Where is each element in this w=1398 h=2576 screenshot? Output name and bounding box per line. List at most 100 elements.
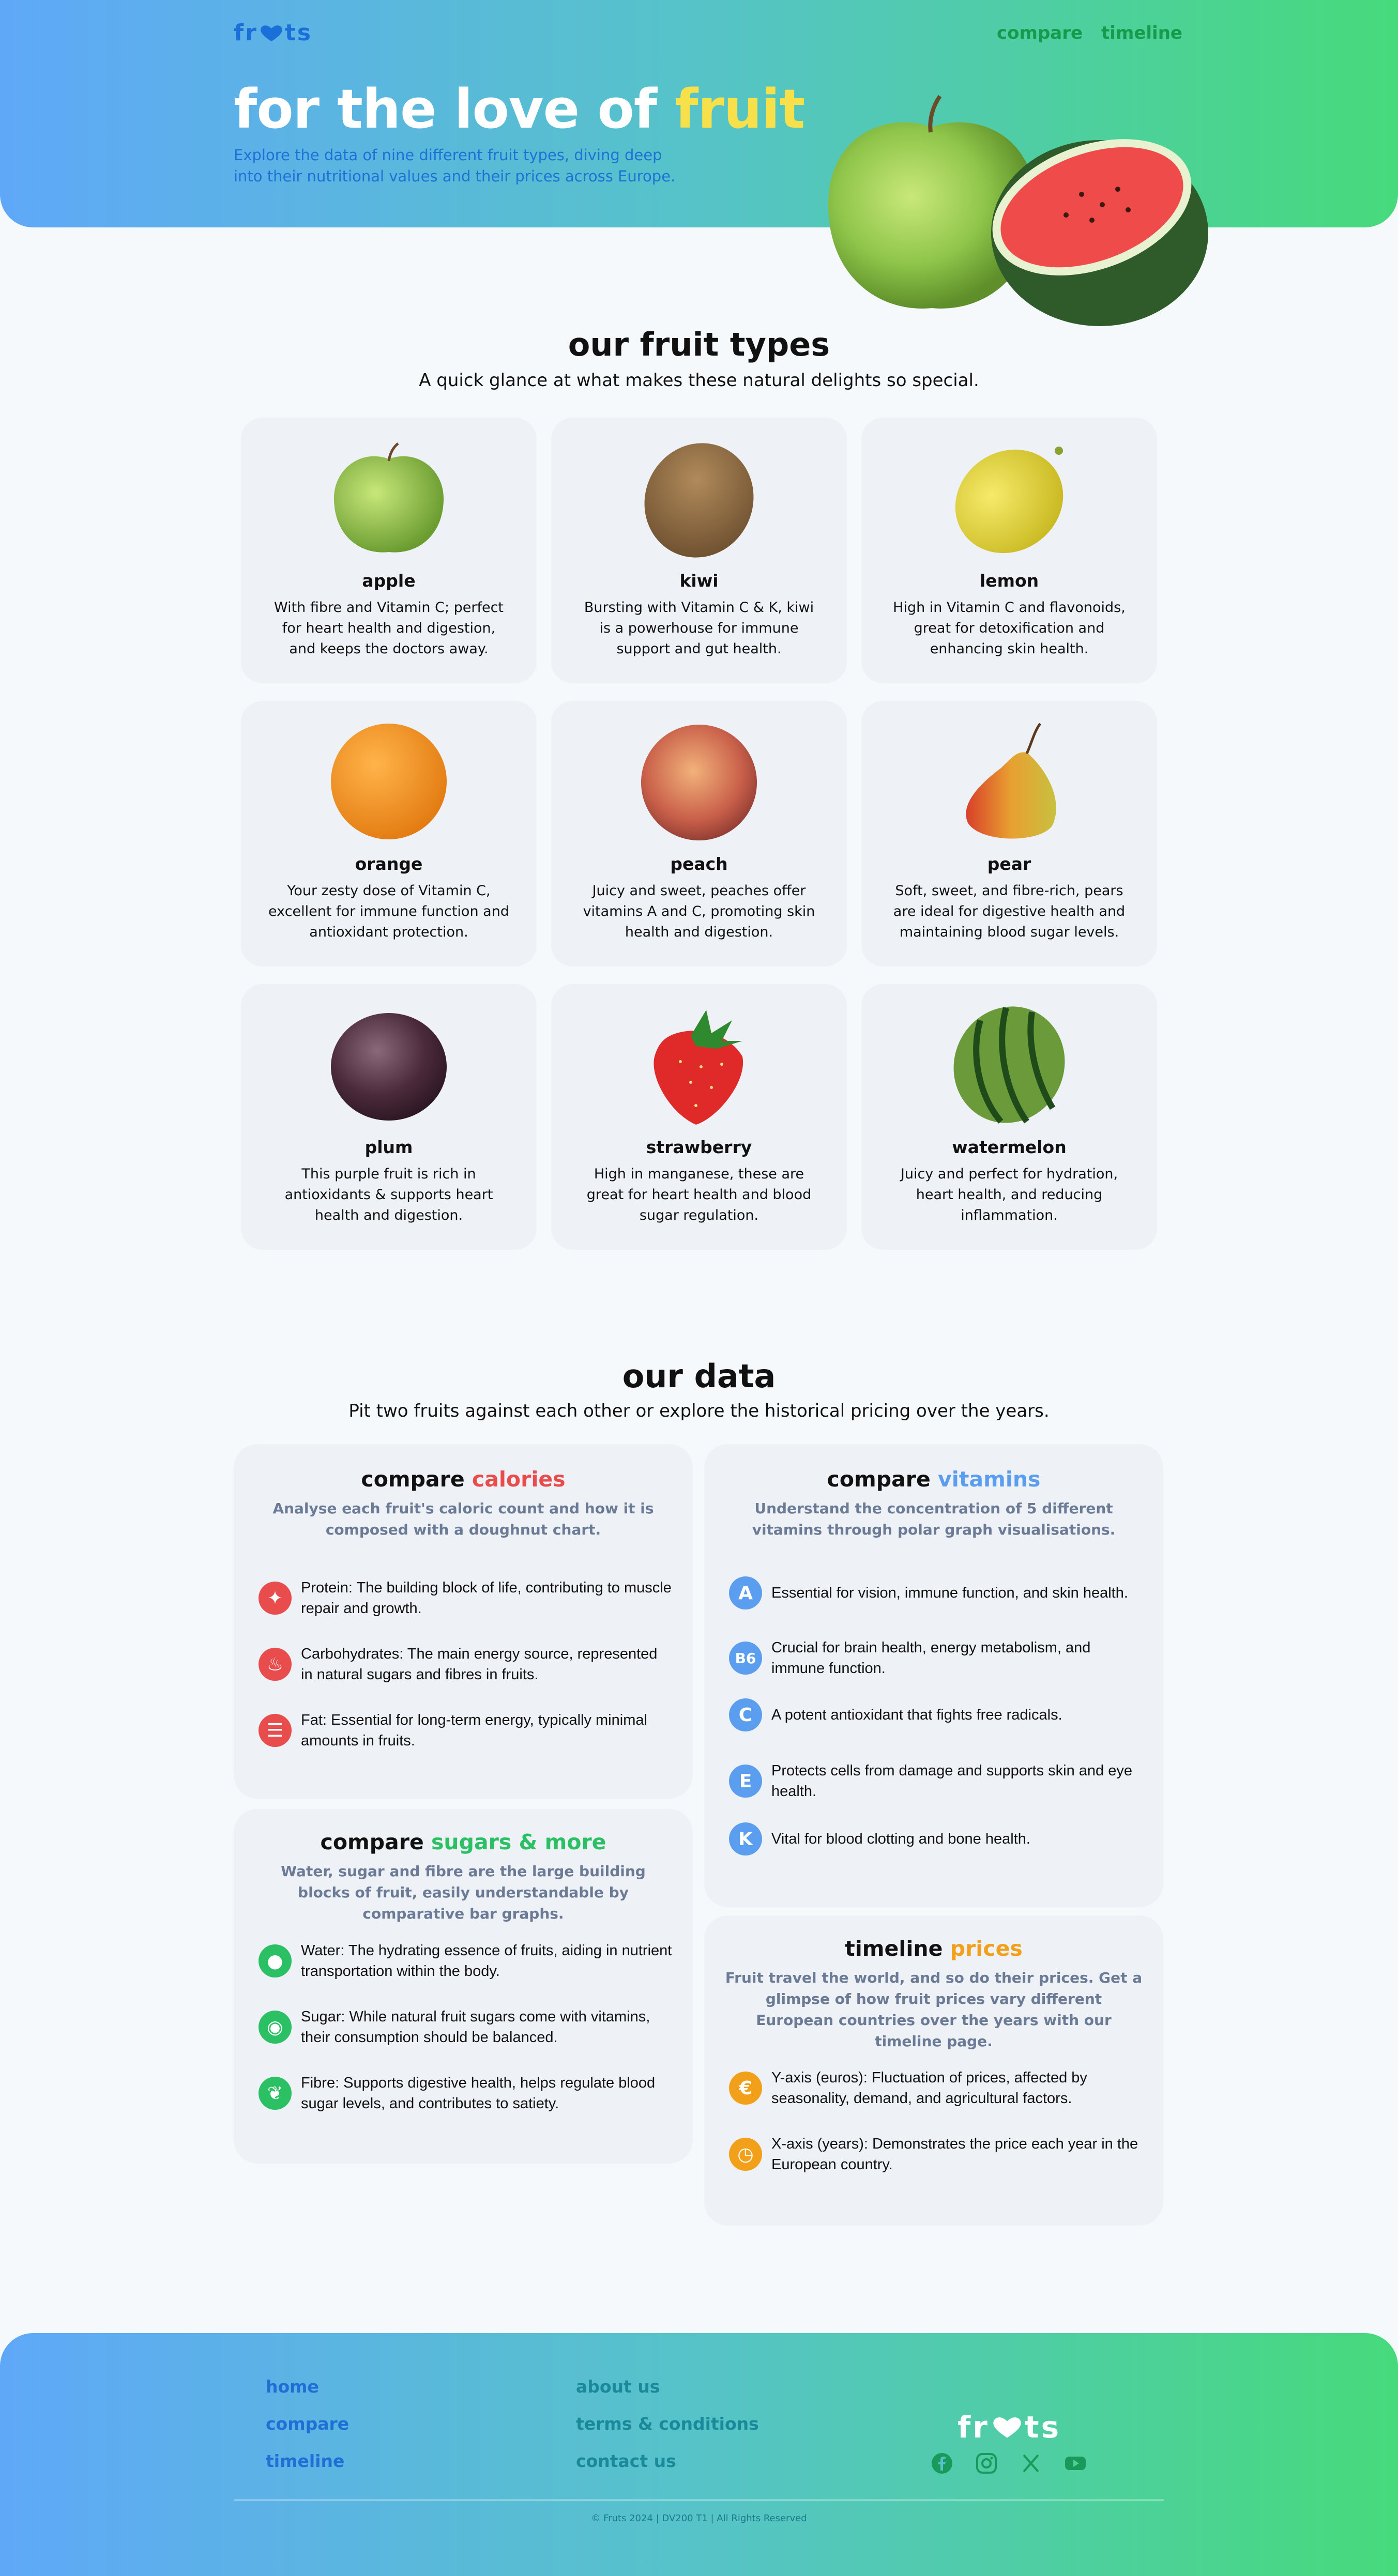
nav-compare[interactable]: compare: [997, 23, 1083, 43]
copyright-text: © Fruts 2024 | DV200 T1 | All Rights Res…: [591, 2513, 807, 2524]
footer-link-about[interactable]: about us: [576, 2376, 660, 2397]
vitamin-b6-icon: B6: [729, 1642, 762, 1675]
lemon-image: [955, 447, 1063, 554]
fruit-description: Juicy and perfect for hydration, heart h…: [900, 1166, 1118, 1223]
fruit-card-apple[interactable]: apple With fibre and Vitamin C; perfect …: [241, 418, 537, 683]
our-data-heading: our data: [622, 1357, 776, 1395]
info-text: Protein: The building block of life, con…: [301, 1580, 672, 1617]
logo-text-right: ts: [1024, 2410, 1061, 2445]
vitamin-item: A Essential for vision, immune function, …: [729, 1576, 1143, 1609]
hero-title-accent: fruit: [675, 78, 805, 141]
vitamin-item: K Vital for blood clotting and bone healt…: [729, 1822, 1143, 1856]
fruit-name: orange: [355, 854, 423, 874]
nav-timeline[interactable]: timeline: [1101, 23, 1182, 43]
fruit-card-kiwi[interactable]: kiwi Bursting with Vitamin C & K, kiwi i…: [551, 418, 847, 683]
fruit-description: Your zesty dose of Vitamin C, excellent …: [268, 883, 509, 940]
sugar-icon: ◉: [259, 2011, 292, 2044]
fruit-name: plum: [364, 1137, 413, 1157]
compare-vitamins-panel[interactable]: compare vitamins Understand the concentr…: [704, 1444, 1163, 1907]
info-item: ◉ Sugar: While natural fruit sugars come …: [259, 2006, 672, 2048]
info-text: X-axis (years): Demonstrates the price e…: [771, 2136, 1138, 2173]
kiwi-image: [644, 443, 754, 558]
info-text: Y-axis (euros): Fluctuation of prices, a…: [771, 2069, 1087, 2107]
panel-subtitle: Analyse each fruit's caloric count and h…: [272, 1500, 654, 1538]
compare-sugars-panel[interactable]: compare sugars & more Water, sugar and f…: [234, 1809, 693, 2164]
info-text: Fibre: Supports digestive health, helps …: [301, 2075, 656, 2112]
info-text: Water: The hydrating essence of fruits, …: [301, 1942, 672, 1980]
vitamin-c-icon: C: [729, 1698, 762, 1731]
panel-title-text: compare: [361, 1467, 472, 1492]
fruit-name: watermelon: [952, 1137, 1067, 1157]
fruit-card-plum[interactable]: plum This purple fruit is rich in antiox…: [241, 984, 537, 1250]
footer-link-timeline[interactable]: timeline: [266, 2451, 344, 2471]
footer-link-home[interactable]: home: [266, 2376, 319, 2397]
footer-divider: [234, 2500, 1164, 2501]
fruit-card-lemon[interactable]: lemon High in Vitamin C and flavonoids, …: [861, 418, 1157, 683]
fruit-card-pear[interactable]: pear Soft, sweet, and fibre-rich, pears …: [861, 701, 1157, 967]
panel-title-accent: sugars & more: [431, 1830, 606, 1854]
panel-title-accent: vitamins: [938, 1467, 1041, 1492]
youtube-icon[interactable]: [1064, 2452, 1087, 2475]
apple-image: [333, 442, 444, 553]
facebook-icon[interactable]: [931, 2452, 953, 2475]
panel-title: compare calories: [234, 1467, 693, 1492]
fruit-name: apple: [362, 571, 416, 591]
fruit-types-lead: A quick glance at what makes these natur…: [419, 370, 979, 391]
heart-logo-icon: [993, 2417, 1021, 2438]
info-text: Crucial for brain health, energy metabol…: [771, 1639, 1091, 1677]
panel-subtitle: Understand the concentration of 5 differ…: [752, 1500, 1116, 1538]
logo-text-left: fr: [958, 2410, 990, 2445]
info-item: ◷ X-axis (years): Demonstrates the price …: [729, 2134, 1143, 2175]
peach-image: [641, 725, 757, 840]
info-text: A potent antioxidant that fights free ra…: [771, 1707, 1062, 1723]
panel-title-text: compare: [827, 1467, 938, 1492]
fruit-types-heading: our fruit types: [568, 326, 830, 363]
info-item: ● Water: The hydrating essence of fruits,…: [259, 1940, 672, 1982]
instagram-icon[interactable]: [975, 2452, 998, 2475]
fruit-card-peach[interactable]: peach Juicy and sweet, peaches offer vit…: [551, 701, 847, 967]
hero-title-main: for the love of: [234, 78, 675, 141]
site-logo[interactable]: fr ts: [234, 20, 312, 46]
footer-link-compare[interactable]: compare: [266, 2414, 349, 2434]
strawberry-image: [654, 1010, 743, 1125]
orange-image: [331, 724, 447, 839]
panel-title: compare sugars & more: [234, 1830, 693, 1854]
info-item: ♨ Carbohydrates: The main energy source, …: [259, 1644, 672, 1685]
compare-calories-panel[interactable]: compare calories Analyse each fruit's ca…: [234, 1444, 693, 1799]
fruit-description: With fibre and Vitamin C; perfect for he…: [273, 600, 504, 657]
water-drop-icon: ●: [259, 1944, 292, 1977]
vitamin-a-icon: A: [729, 1576, 762, 1609]
info-item: € Y-axis (euros): Fluctuation of prices, …: [729, 2067, 1143, 2109]
pear-image: [966, 723, 1056, 839]
carbohydrates-icon: ♨: [259, 1648, 292, 1681]
timeline-prices-panel[interactable]: timeline prices Fruit travel the world, …: [704, 1915, 1163, 2226]
fruit-description: This purple fruit is rich in antioxidant…: [284, 1166, 493, 1223]
our-data-lead: Pit two fruits against each other or exp…: [348, 1401, 1050, 1421]
footer-logo[interactable]: fr ts: [958, 2410, 1061, 2445]
fruit-name: lemon: [979, 571, 1039, 591]
info-text: Carbohydrates: The main energy source, r…: [301, 1646, 658, 1683]
fruit-card-strawberry[interactable]: strawberry High in manganese, these are …: [551, 984, 847, 1250]
info-item: ☰ Fat: Essential for long-term energy, ty…: [259, 1710, 672, 1751]
fruit-name: kiwi: [679, 571, 719, 591]
footer-link-contact[interactable]: contact us: [576, 2451, 676, 2471]
fruit-card-watermelon[interactable]: watermelon Juicy and perfect for hydrati…: [861, 984, 1157, 1250]
vitamin-item: B6 Crucial for brain health, energy metab…: [729, 1637, 1143, 1679]
heart-logo-icon: [260, 25, 282, 41]
hero-title: for the love of fruit: [234, 78, 805, 141]
fruit-card-orange[interactable]: orange Your zesty dose of Vitamin C, exc…: [241, 701, 537, 967]
info-item: ✦ Protein: The building block of life, co…: [259, 1577, 672, 1619]
plum-image: [331, 1013, 447, 1121]
fibre-leaf-icon: ❦: [259, 2077, 292, 2110]
info-item: ❦ Fibre: Supports digestive health, helps…: [259, 2073, 672, 2114]
panel-title-text: compare: [320, 1830, 432, 1854]
footer-link-terms[interactable]: terms & conditions: [576, 2414, 759, 2434]
logo-text-left: fr: [234, 20, 258, 46]
info-text: Vital for blood clotting and bone health…: [771, 1831, 1030, 1847]
clock-icon: ◷: [729, 2138, 762, 2171]
panel-subtitle: Fruit travel the world, and so do their …: [725, 1969, 1143, 2050]
x-icon[interactable]: [1020, 2452, 1042, 2475]
fat-icon: ☰: [259, 1714, 292, 1747]
fruit-description: Juicy and sweet, peaches offer vitamins …: [583, 883, 815, 940]
panel-title-accent: calories: [472, 1467, 566, 1492]
